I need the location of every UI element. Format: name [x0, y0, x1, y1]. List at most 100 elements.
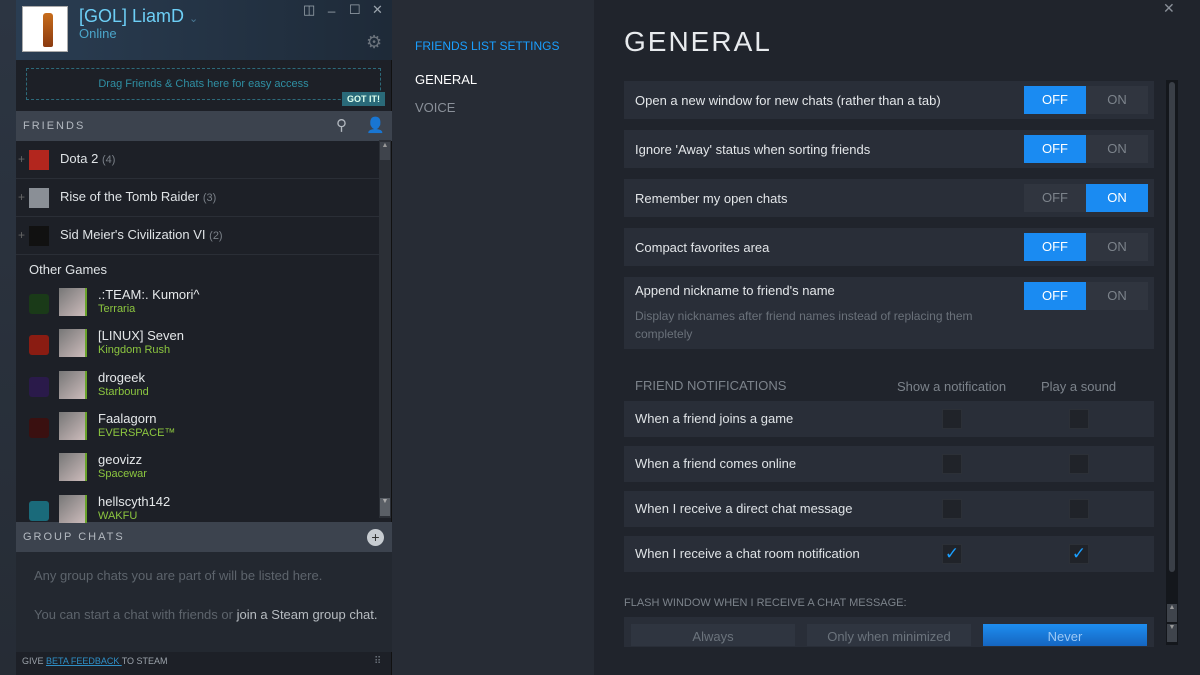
got-it-button[interactable]: GOT IT! — [342, 92, 385, 106]
setting-row: Append nickname to friend's name Display … — [624, 277, 1154, 349]
background-edge — [0, 0, 16, 675]
on-off-toggle[interactable]: OFF ON — [1024, 282, 1148, 310]
toggle-on[interactable]: ON — [1086, 86, 1148, 114]
friend-avatar — [59, 329, 87, 358]
popout-icon[interactable]: ◫ — [303, 2, 315, 18]
on-off-toggle[interactable]: OFF ON — [1024, 86, 1148, 114]
friend-avatar — [59, 494, 87, 523]
nav-item-general[interactable]: GENERAL — [415, 72, 477, 87]
notification-row: When I receive a chat room notification ✓… — [624, 536, 1154, 572]
show-notification-checkbox[interactable] — [942, 499, 962, 519]
add-friend-icon[interactable]: 👤 — [366, 111, 385, 141]
friend-avatar — [59, 288, 87, 316]
friend-item[interactable]: [LINUX] Seven Kingdom Rush — [16, 326, 379, 367]
friends-scrollbar[interactable]: ▲ ▼ — [379, 140, 391, 518]
flash-option-always[interactable]: Always — [631, 624, 795, 646]
join-group-link[interactable]: join a Steam group chat. — [237, 607, 378, 622]
page-title: GENERAL — [624, 26, 772, 57]
scroll-thumb[interactable] — [1169, 82, 1175, 572]
show-notification-checkbox[interactable] — [942, 409, 962, 429]
chevron-down-icon: ⌄ — [189, 13, 199, 25]
toggle-off[interactable]: OFF — [1024, 135, 1086, 163]
toggle-off[interactable]: OFF — [1024, 282, 1086, 310]
friends-title: FRIENDS — [23, 120, 86, 132]
user-header: [GOL] LiamD ⌄ Online ◫ _ ☐ ✕ ⚙ — [16, 0, 392, 60]
gear-icon[interactable]: ⚙ — [366, 32, 382, 53]
friend-count: (4) — [101, 154, 116, 166]
group-chats-body: Any group chats you are part of will be … — [16, 552, 392, 652]
play-sound-checkbox[interactable] — [1069, 454, 1089, 474]
friend-game: Terraria — [98, 303, 136, 315]
beta-feedback-link[interactable]: BETA FEEDBACK — [46, 656, 122, 666]
toggle-on[interactable]: ON — [1086, 184, 1148, 212]
notification-row: When a friend comes online — [624, 446, 1154, 482]
col-play-sound: Play a sound — [1041, 379, 1117, 394]
nav-item-voice[interactable]: VOICE — [415, 100, 455, 115]
friend-name: [LINUX] Seven — [98, 328, 184, 344]
col-show-notification: Show a notification — [897, 379, 1007, 394]
user-name-menu[interactable]: [GOL] LiamD ⌄ — [79, 6, 198, 27]
game-icon — [29, 417, 49, 438]
friend-game: WAKFU — [98, 509, 138, 522]
game-icon — [29, 226, 49, 246]
scroll-up-icon[interactable]: ▲ — [1167, 604, 1177, 622]
play-sound-checkbox[interactable] — [1069, 499, 1089, 519]
friend-name: hellscyth142 — [98, 493, 171, 509]
setting-row: Remember my open chats OFF ON — [624, 179, 1154, 217]
toggle-off[interactable]: OFF — [1024, 184, 1086, 212]
search-icon[interactable]: ⚲ — [336, 111, 347, 141]
toggle-on[interactable]: ON — [1086, 135, 1148, 163]
friend-game: Kingdom Rush — [98, 344, 171, 357]
show-notification-checkbox[interactable] — [942, 454, 962, 474]
favorites-drop-zone[interactable]: Drag Friends & Chats here for easy acces… — [26, 68, 381, 100]
scroll-down-icon[interactable]: ▼ — [1167, 624, 1177, 642]
close-button[interactable]: ✕ — [372, 2, 383, 18]
game-icon — [29, 376, 49, 397]
group-chats-title: GROUP CHATS — [23, 531, 125, 543]
toggle-on[interactable]: ON — [1086, 282, 1148, 310]
friend-item[interactable]: hellscyth142 WAKFU — [16, 492, 379, 525]
resize-grip-icon[interactable]: ⠿ — [374, 656, 381, 667]
add-group-chat-icon[interactable]: + — [367, 529, 384, 546]
close-icon[interactable]: ✕ — [1163, 0, 1175, 17]
show-notification-checkbox[interactable]: ✓ — [942, 544, 962, 564]
expand-icon[interactable]: + — [18, 190, 25, 204]
game-group[interactable]: + Dota 2 (4) — [16, 141, 379, 179]
friend-item[interactable]: Faalagorn EVERSPACE™ — [16, 409, 379, 450]
user-avatar[interactable] — [22, 6, 68, 52]
game-group[interactable]: + Rise of the Tomb Raider (3) — [16, 179, 379, 217]
setting-label: Ignore 'Away' status when sorting friend… — [635, 142, 871, 157]
user-status: Online — [79, 26, 117, 41]
game-icon — [29, 294, 49, 314]
on-off-toggle[interactable]: OFF ON — [1024, 233, 1148, 261]
toggle-off[interactable]: OFF — [1024, 233, 1086, 261]
flash-option-only-when-minimized[interactable]: Only when minimized — [807, 624, 971, 646]
friend-name: geovizz — [98, 452, 143, 468]
friend-item[interactable]: geovizz Spacewar — [16, 450, 379, 491]
toggle-on[interactable]: ON — [1086, 233, 1148, 261]
scroll-up-icon[interactable]: ▲ — [380, 142, 390, 160]
user-name: [GOL] LiamD — [79, 6, 185, 26]
game-group[interactable]: + Sid Meier's Civilization VI (2) — [16, 217, 379, 255]
friend-avatar — [59, 453, 87, 482]
group-chats-empty-text: Any group chats you are part of will be … — [34, 568, 323, 583]
play-sound-checkbox[interactable]: ✓ — [1069, 544, 1089, 564]
on-off-toggle[interactable]: OFF ON — [1024, 184, 1148, 212]
nav-heading: FRIENDS LIST SETTINGS — [415, 39, 560, 53]
expand-icon[interactable]: + — [18, 228, 25, 242]
flash-window-label: FLASH WINDOW WHEN I RECEIVE A CHAT MESSA… — [624, 597, 907, 609]
friend-item[interactable]: drogeek Starbound — [16, 368, 379, 409]
maximize-button[interactable]: ☐ — [349, 2, 361, 18]
setting-row: Compact favorites area OFF ON — [624, 228, 1154, 266]
friend-item[interactable]: .:TEAM:. Kumori^ Terraria — [16, 285, 379, 326]
on-off-toggle[interactable]: OFF ON — [1024, 135, 1148, 163]
play-sound-checkbox[interactable] — [1069, 409, 1089, 429]
expand-icon[interactable]: + — [18, 152, 25, 166]
settings-scrollbar[interactable]: ▲ ▼ — [1166, 80, 1178, 645]
flash-option-never[interactable]: Never — [983, 624, 1147, 646]
toggle-off[interactable]: OFF — [1024, 86, 1086, 114]
game-name: Dota 2 — [60, 151, 99, 166]
scroll-down-icon[interactable]: ▼ — [380, 498, 390, 516]
friend-name: .:TEAM:. Kumori^ — [98, 287, 200, 302]
minimize-button[interactable]: _ — [328, 0, 335, 13]
